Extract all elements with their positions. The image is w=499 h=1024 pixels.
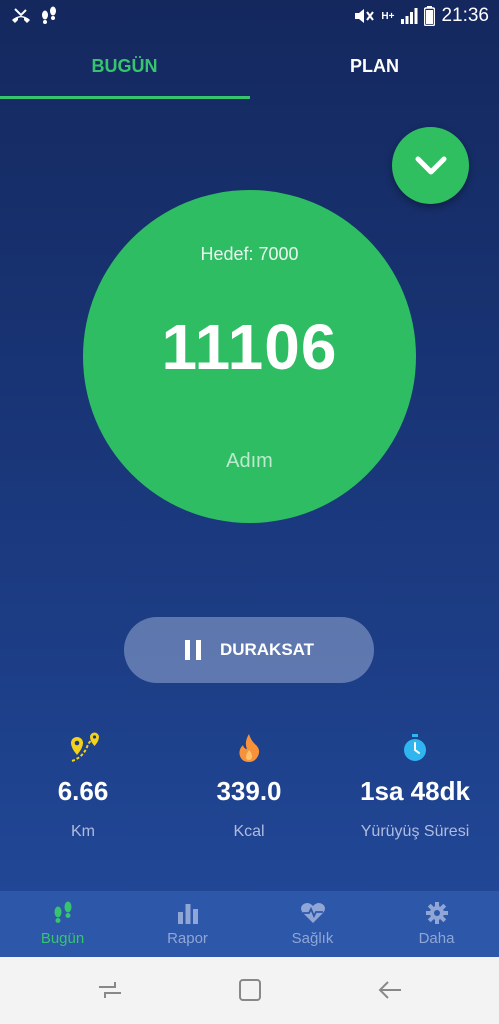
recent-apps-icon — [99, 982, 121, 998]
bottom-nav: Bugün Rapor Sağlık Daha — [0, 891, 499, 957]
missed-call-icon — [12, 8, 30, 23]
gear-icon — [425, 902, 448, 924]
home-icon — [239, 979, 261, 1001]
stat-duration-label: Yürüyüş Süresi — [360, 823, 470, 840]
nav-label-report: Rapor — [167, 930, 208, 947]
nav-item-health[interactable]: Sağlık — [250, 891, 375, 957]
mute-icon — [355, 9, 375, 23]
tab-today[interactable]: BUGÜN — [0, 36, 249, 96]
footsteps-icon — [54, 901, 71, 923]
stat-calories-value: 339.0 — [216, 776, 282, 806]
nav-label-health: Sağlık — [291, 930, 334, 947]
stat-distance-value: 6.66 — [57, 776, 109, 806]
signal-icon — [401, 8, 418, 24]
nav-label-more: Daha — [418, 930, 455, 947]
stat-calories-label: Kcal — [233, 823, 265, 840]
status-right-icons: H+ 21:36 — [353, 5, 489, 27]
stopwatch-icon — [404, 734, 426, 761]
heart-pulse-icon — [300, 903, 325, 923]
home-button[interactable] — [230, 975, 270, 1005]
step-count: 11106 — [161, 311, 338, 383]
status-time: 21:36 — [441, 5, 489, 26]
pause-button-label: DURAKSAT — [219, 640, 315, 659]
stat-calories: 339.0 Kcal — [166, 730, 332, 841]
tab-bar: BUGÜN PLAN — [0, 36, 499, 100]
recent-apps-button[interactable] — [90, 975, 130, 1005]
step-unit: Adım — [226, 450, 273, 472]
route-pin-icon — [71, 732, 99, 762]
footsteps-status-icon — [42, 6, 56, 24]
stat-distance: 6.66 Km — [0, 730, 166, 841]
stat-distance-label: Km — [71, 823, 95, 840]
step-counter-circle: Hedef: 7000 11106 Adım — [83, 190, 416, 523]
stat-duration-value: 1sa 48dk — [360, 776, 470, 806]
nav-item-more[interactable]: Daha — [374, 891, 499, 957]
tab-active-indicator — [0, 96, 250, 99]
tab-plan[interactable]: PLAN — [250, 36, 499, 96]
nav-item-today[interactable]: Bugün — [0, 891, 125, 957]
back-icon — [378, 981, 401, 999]
network-type: H+ — [381, 10, 395, 22]
goal-text: Hedef: 7000 — [200, 244, 299, 264]
status-bar: H+ 21:36 — [0, 0, 499, 36]
pause-icon — [184, 640, 201, 660]
back-button[interactable] — [370, 975, 410, 1005]
nav-label-today: Bugün — [40, 930, 85, 947]
nav-item-report[interactable]: Rapor — [125, 891, 250, 957]
stat-duration: 1sa 48dk Yürüyüş Süresi — [332, 730, 498, 841]
pause-button[interactable]: DURAKSAT — [124, 617, 374, 683]
status-left-icons — [10, 6, 58, 26]
system-nav-bar — [0, 957, 499, 1024]
battery-icon — [424, 6, 436, 26]
collapse-button[interactable] — [392, 127, 469, 204]
bar-chart-icon — [177, 904, 198, 924]
flame-icon — [239, 734, 260, 762]
chevron-down-icon — [415, 156, 446, 174]
